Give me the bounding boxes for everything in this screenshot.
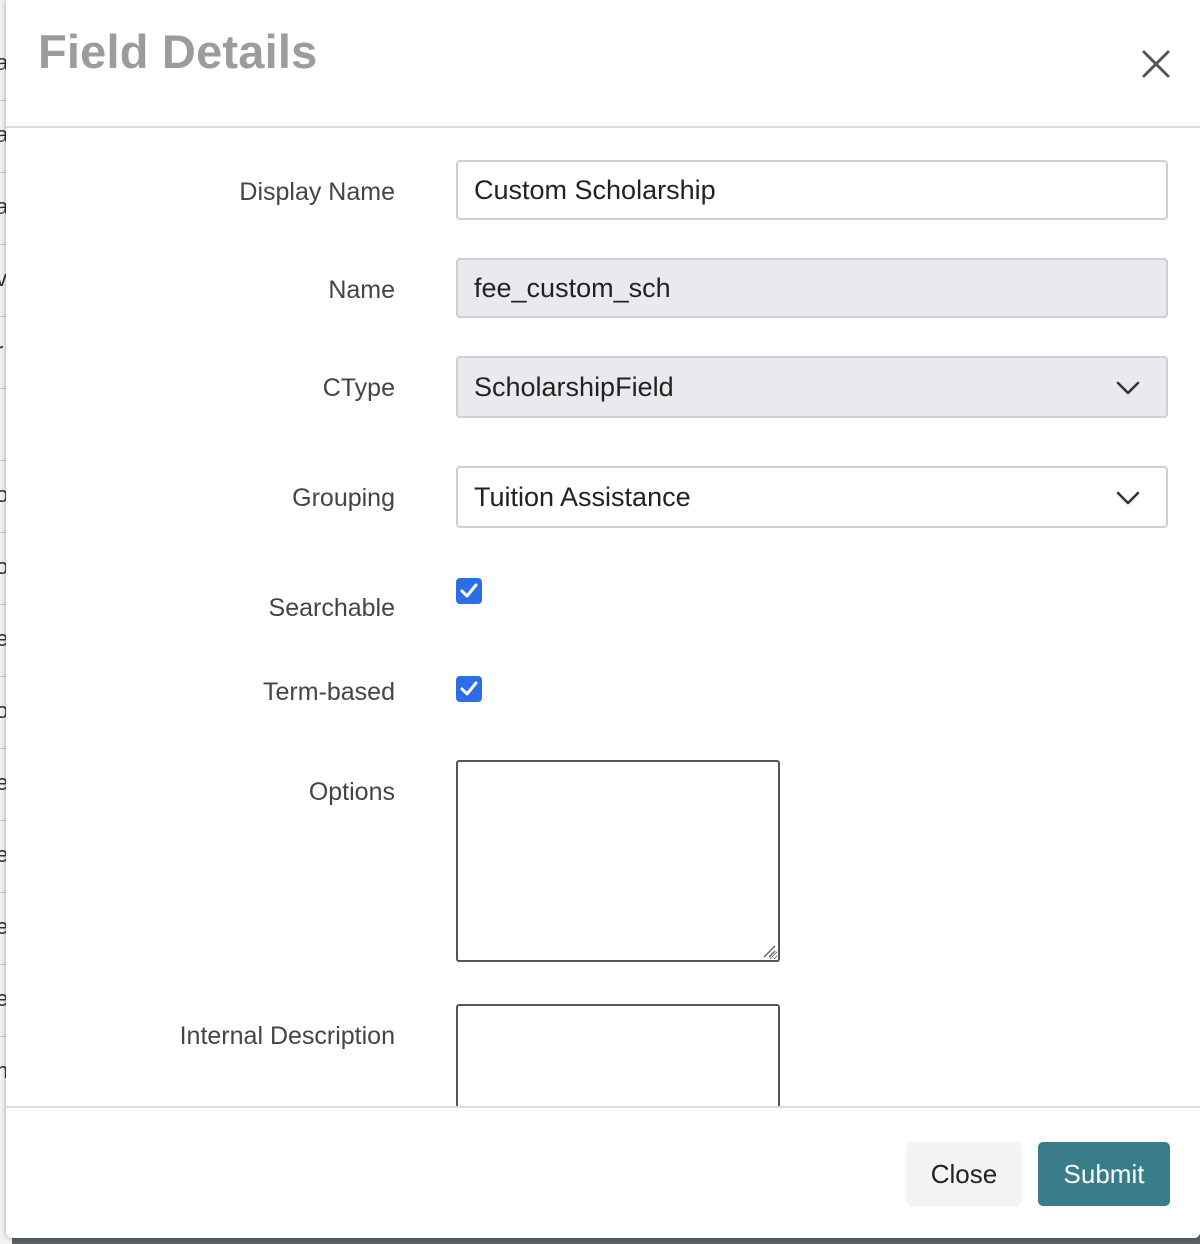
term-based-label: Term-based [263,678,395,706]
ctype-select[interactable]: ScholarshipField [456,356,1168,418]
modal-body: Display Name Name CType ScholarshipField… [6,128,1200,1106]
modal-footer: Close Submit [6,1106,1200,1238]
submit-button[interactable]: Submit [1038,1142,1170,1206]
modal-header: Field Details [6,0,1200,128]
background-text: i [0,410,1,436]
name-label: Name [328,276,395,304]
display-name-label: Display Name [239,178,395,206]
chevron-down-icon [1116,491,1140,505]
searchable-label: Searchable [268,594,395,622]
close-icon[interactable] [1136,44,1176,84]
display-name-input[interactable] [456,160,1168,220]
checkmark-icon [460,583,478,598]
close-button[interactable]: Close [906,1142,1022,1206]
internal-description-label: Internal Description [179,1022,395,1050]
ctype-selected-value: ScholarshipField [474,372,674,402]
grouping-selected-value: Tuition Assistance [474,482,691,512]
checkmark-icon [460,681,478,696]
searchable-checkbox[interactable] [456,578,482,604]
term-based-checkbox[interactable] [456,676,482,702]
background-text: r [0,338,3,364]
internal-description-textarea[interactable] [456,1004,780,1106]
modal-title: Field Details [38,25,318,78]
name-input[interactable] [456,258,1168,318]
resize-handle-icon[interactable] [760,942,776,958]
grouping-label: Grouping [292,484,395,512]
options-textarea[interactable] [456,760,780,962]
chevron-down-icon [1116,381,1140,395]
ctype-label: CType [322,374,395,402]
grouping-select[interactable]: Tuition Assistance [456,466,1168,528]
options-label: Options [308,778,395,806]
field-details-modal: Field Details Display Name Name CType Sc… [6,0,1200,1238]
